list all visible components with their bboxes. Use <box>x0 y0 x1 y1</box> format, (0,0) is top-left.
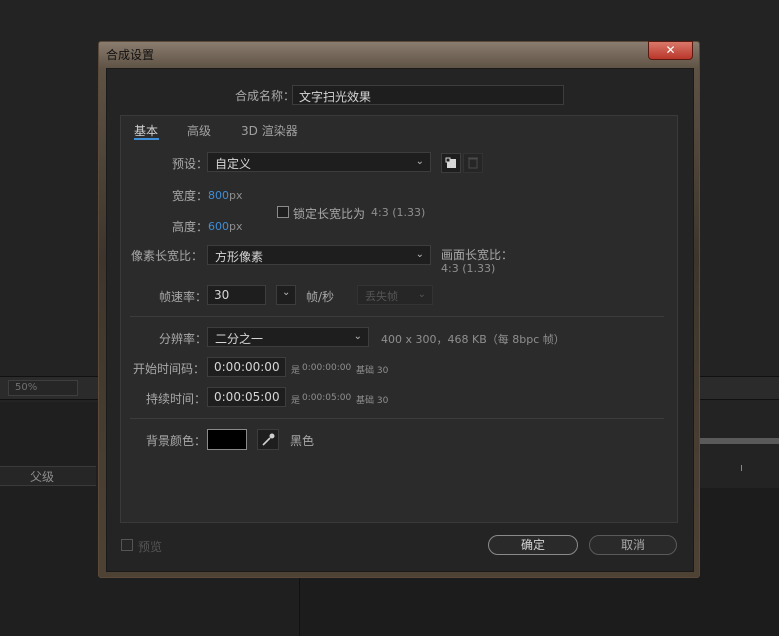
delete-preset-button[interactable] <box>463 153 483 173</box>
ok-button[interactable]: 确定 <box>488 535 578 555</box>
preset-value: 自定义 <box>215 157 252 171</box>
duration-label: 持续时间： <box>146 392 207 406</box>
bg-color-label: 背景颜色： <box>146 434 207 448</box>
chevron-down-icon: ⌄ <box>415 249 424 260</box>
eyedropper-button[interactable] <box>257 429 279 450</box>
duration-equals: 0:00:05:00 <box>302 393 352 403</box>
comp-name-input[interactable]: 文字扫光效果 <box>292 85 564 105</box>
resolution-label: 分辨率： <box>159 332 208 346</box>
frame-rate-unit: 帧/秒 <box>306 290 335 304</box>
duration-is: 是 <box>291 396 301 406</box>
pixel-aspect-label: 像素长宽比： <box>131 249 204 263</box>
resolution-dropdown[interactable]: 二分之一 ⌄ <box>207 327 369 347</box>
start-timecode-input[interactable]: 0:00:00:00 <box>207 357 286 377</box>
frame-aspect-value: 4:3 (1.33) <box>441 262 496 275</box>
frame-rate-input[interactable]: 30 <box>207 285 266 305</box>
preset-label: 预设： <box>172 157 209 171</box>
close-icon: ✕ <box>665 43 676 57</box>
chevron-down-icon: ⌄ <box>282 287 291 298</box>
frame-rate-label: 帧速率： <box>159 290 208 304</box>
preset-dropdown[interactable]: 自定义 ⌄ <box>207 152 431 172</box>
background-zoom-select: 50% <box>8 380 78 396</box>
chevron-down-icon: ⌄ <box>353 331 362 342</box>
background-work-area-bar <box>700 438 779 444</box>
comp-name-label: 合成名称： <box>235 89 296 103</box>
cancel-button[interactable]: 取消 <box>589 535 677 555</box>
drop-frame-value: 丢失帧 <box>365 290 398 303</box>
width-unit: px <box>229 189 243 202</box>
height-label: 高度： <box>172 220 209 234</box>
chevron-down-icon: ⌄ <box>417 289 426 300</box>
lock-aspect-ratio: 4:3 (1.33) <box>371 206 426 219</box>
divider <box>130 418 664 419</box>
width-value[interactable]: 800 <box>208 189 229 202</box>
background-parent-column: 父级 <box>30 470 55 484</box>
start-timecode-is: 是 <box>291 366 301 376</box>
width-label: 宽度： <box>172 189 209 203</box>
save-preset-icon <box>445 157 456 168</box>
divider <box>130 316 664 317</box>
tab-advanced[interactable]: 高级 <box>187 122 211 139</box>
resolution-info: 400 x 300，468 KB（每 8bpc 帧） <box>381 333 565 346</box>
tab-basic[interactable]: 基本 <box>134 122 158 139</box>
duration-input[interactable]: 0:00:05:00 <box>207 387 286 407</box>
window-title: 合成设置 <box>106 48 155 62</box>
frame-rate-menu-button[interactable]: ⌄ <box>276 285 296 305</box>
drop-frame-dropdown[interactable]: 丢失帧 ⌄ <box>357 285 433 305</box>
tab-3d-renderer[interactable]: 3D 渲染器 <box>241 122 298 139</box>
active-tab-indicator <box>134 138 159 140</box>
bg-color-name: 黑色 <box>290 434 315 448</box>
height-value[interactable]: 600 <box>208 220 229 233</box>
save-preset-button[interactable] <box>441 153 461 173</box>
duration-base: 基础 30 <box>356 396 389 406</box>
preview-label: 预览 <box>138 540 163 554</box>
start-timecode-label: 开始时间码： <box>133 362 206 376</box>
height-unit: px <box>229 220 243 233</box>
background-time-tick <box>741 465 742 471</box>
eyedropper-icon <box>262 433 275 446</box>
trash-icon <box>468 157 478 169</box>
pixel-aspect-dropdown[interactable]: 方形像素 ⌄ <box>207 245 431 265</box>
frame-aspect-label: 画面长宽比： <box>441 248 514 262</box>
lock-aspect-checkbox[interactable] <box>277 206 289 218</box>
settings-panel <box>120 115 678 523</box>
preview-checkbox[interactable] <box>121 539 133 551</box>
chevron-down-icon: ⌄ <box>415 156 424 167</box>
start-timecode-equals: 0:00:00:00 <box>302 363 352 373</box>
start-timecode-base: 基础 30 <box>356 366 389 376</box>
close-button[interactable]: ✕ <box>648 41 693 60</box>
pixel-aspect-value: 方形像素 <box>215 250 264 264</box>
bg-color-swatch[interactable] <box>207 429 247 450</box>
resolution-value: 二分之一 <box>215 332 264 346</box>
lock-aspect-label: 锁定长宽比为 <box>293 207 366 221</box>
